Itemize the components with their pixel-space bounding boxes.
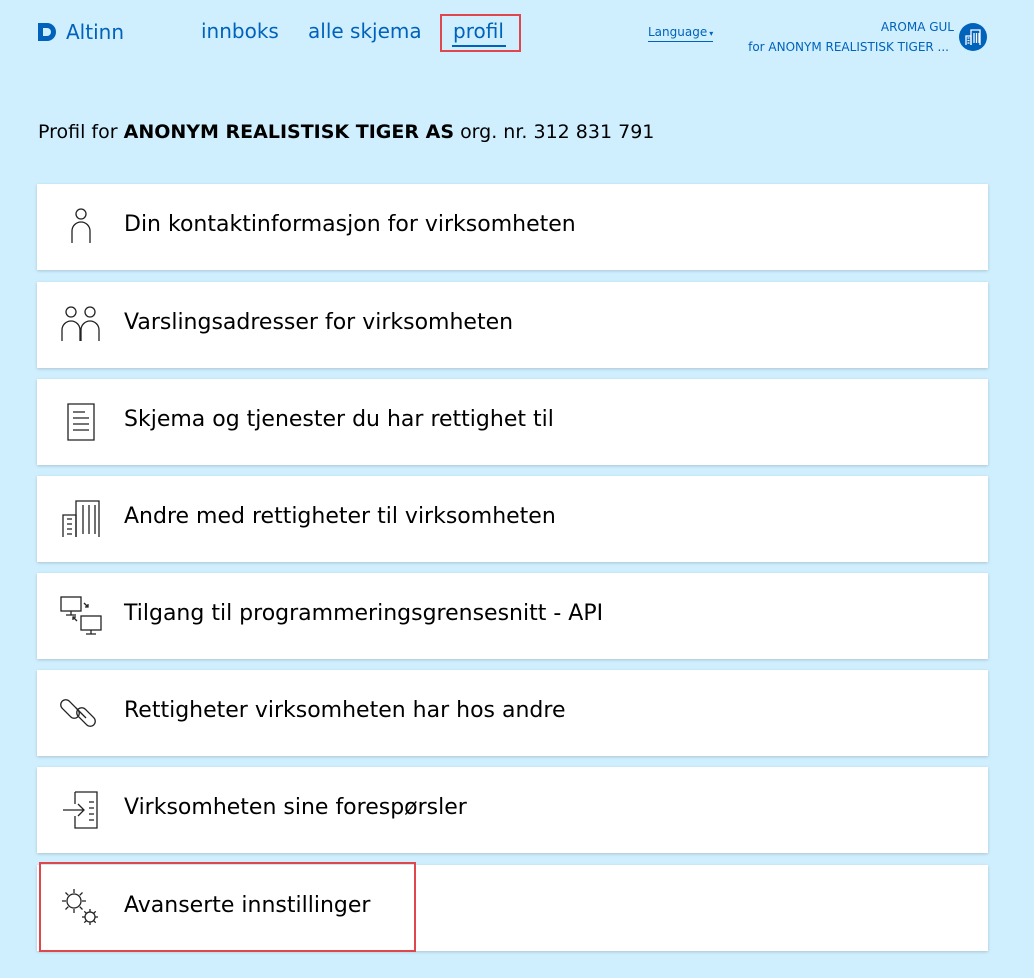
card-kontaktinformasjon[interactable]: Din kontaktinformasjon for virksomheten bbox=[37, 184, 988, 270]
card-label: Andre med rettigheter til virksomheten bbox=[124, 504, 556, 529]
top-bar: Altinn innboks alle skjema profil Langua… bbox=[0, 0, 1034, 80]
inbox-arrow-icon bbox=[63, 791, 98, 829]
nav-innboks[interactable]: innboks bbox=[201, 19, 279, 43]
card-label: Virksomheten sine forespørsler bbox=[124, 795, 467, 820]
link-icon bbox=[60, 699, 96, 727]
card-label: Skjema og tjenester du har rettighet til bbox=[124, 407, 554, 432]
user-name[interactable]: AROMA GUL bbox=[881, 20, 954, 34]
card-varslingsadresser[interactable]: Varslingsadresser for virksomheten bbox=[37, 282, 988, 368]
card-rettigheter-hos-andre[interactable]: Rettigheter virksomheten har hos andre bbox=[37, 670, 988, 756]
org-name: ANONYM REALISTISK TIGER AS bbox=[123, 121, 455, 143]
card-label: Rettigheter virksomheten har hos andre bbox=[124, 698, 566, 723]
altinn-logo[interactable]: Altinn bbox=[36, 20, 124, 44]
nav-alle-skjema[interactable]: alle skjema bbox=[308, 19, 422, 43]
card-api-tilgang[interactable]: Tilgang til programmeringsgrensesnitt - … bbox=[37, 573, 988, 659]
org-number: org. nr. 312 831 791 bbox=[460, 121, 655, 143]
chevron-down-icon: ▾ bbox=[709, 29, 714, 38]
card-label: Tilgang til programmeringsgrensesnitt - … bbox=[124, 601, 604, 626]
document-icon bbox=[67, 403, 95, 441]
language-dropdown[interactable]: Language ▾ bbox=[648, 25, 714, 42]
logo-text: Altinn bbox=[66, 20, 124, 44]
card-foresporsler[interactable]: Virksomheten sine forespørsler bbox=[37, 767, 988, 853]
language-label: Language bbox=[648, 25, 708, 39]
title-prefix: Profil for bbox=[38, 121, 118, 143]
card-label: Din kontaktinformasjon for virksomheten bbox=[124, 212, 576, 237]
gears-icon bbox=[62, 889, 98, 925]
avatar[interactable] bbox=[959, 23, 987, 51]
card-skjema-tjenester[interactable]: Skjema og tjenester du har rettighet til bbox=[37, 379, 988, 465]
nav-profil-highlight bbox=[440, 14, 521, 52]
card-label: Avanserte innstillinger bbox=[124, 893, 371, 918]
building-avatar-icon bbox=[965, 29, 981, 45]
people-icon bbox=[61, 306, 100, 341]
card-avanserte-innstillinger[interactable]: Avanserte innstillinger bbox=[37, 865, 988, 951]
person-icon bbox=[71, 208, 91, 243]
user-org[interactable]: for ANONYM REALISTISK TIGER ... bbox=[748, 40, 949, 54]
page-title: Profil for ANONYM REALISTISK TIGER AS or… bbox=[38, 121, 654, 143]
altinn-logo-icon bbox=[38, 23, 56, 41]
buildings-icon bbox=[62, 500, 100, 537]
card-andre-rettigheter[interactable]: Andre med rettigheter til virksomheten bbox=[37, 476, 988, 562]
computers-icon bbox=[60, 596, 102, 635]
card-label: Varslingsadresser for virksomheten bbox=[124, 310, 514, 335]
